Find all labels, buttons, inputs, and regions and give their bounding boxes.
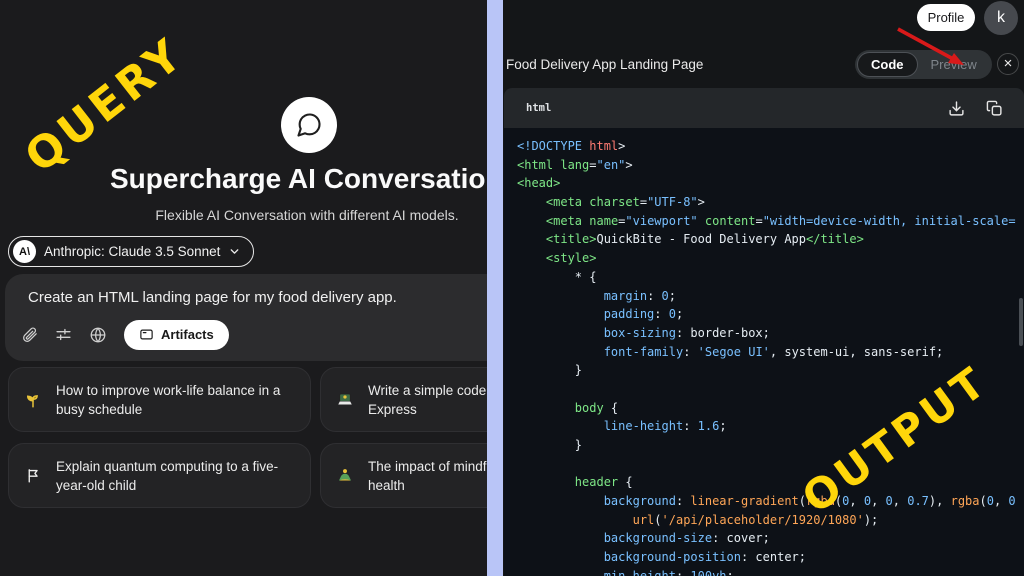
chat-app-panel: QUERY Supercharge AI Conversations Flexi…: [0, 0, 487, 576]
code-language-label: html: [526, 102, 551, 114]
suggestion-card-quantum[interactable]: Explain quantum computing to a five- yea…: [8, 443, 311, 508]
copy-icon[interactable]: [984, 98, 1004, 118]
code-content[interactable]: <!DOCTYPE html><html lang="en"><head> <m…: [504, 128, 1024, 576]
suggestion-text: busy schedule: [56, 400, 280, 419]
model-selector[interactable]: A\ Anthropic: Claude 3.5 Sonnet: [8, 236, 254, 267]
prompt-input-card[interactable]: Create an HTML landing page for my food …: [5, 274, 487, 361]
chevron-down-icon: [228, 245, 241, 258]
page-title: Supercharge AI Conversations: [110, 163, 487, 195]
seedling-icon: [23, 390, 43, 410]
artifacts-button[interactable]: Artifacts: [124, 320, 229, 350]
suggestion-text: How to improve work-life balance in a: [56, 381, 280, 400]
suggestion-text: Write a simple code in: [368, 381, 487, 400]
settings-sliders-icon[interactable]: [54, 325, 73, 344]
artifact-panel: Profile k Food Delivery App Landing Page…: [503, 0, 1024, 576]
page-subtitle: Flexible AI Conversation with different …: [0, 207, 487, 223]
meditation-icon: [335, 466, 355, 486]
tab-code[interactable]: Code: [857, 52, 918, 77]
artifact-title: Food Delivery App Landing Page: [506, 57, 703, 72]
profile-button[interactable]: Profile: [917, 4, 975, 31]
suggestion-card-express-code[interactable]: Write a simple code in Express: [320, 367, 487, 432]
suggestion-text: Explain quantum computing to a five-: [56, 457, 278, 476]
attach-file-icon[interactable]: [20, 325, 39, 344]
chat-bubble-icon: [281, 97, 337, 153]
suggestion-text: Express: [368, 400, 487, 419]
code-block-header: html: [504, 88, 1024, 128]
web-globe-icon[interactable]: [88, 325, 107, 344]
input-toolbar: Artifacts: [20, 319, 229, 350]
tab-preview[interactable]: Preview: [918, 57, 990, 72]
user-avatar[interactable]: k: [984, 1, 1018, 35]
suggestion-text: health: [368, 476, 487, 495]
suggestion-text: The impact of mindfu: [368, 457, 487, 476]
prompt-input-value[interactable]: Create an HTML landing page for my food …: [28, 289, 397, 306]
anthropic-logo-icon: A\: [13, 240, 36, 263]
artifacts-button-label: Artifacts: [161, 327, 214, 342]
scrollbar-thumb[interactable]: [1019, 298, 1023, 346]
laptop-icon: [335, 390, 355, 410]
suggestion-card-mindfulness[interactable]: The impact of mindfu health: [320, 443, 487, 508]
code-block: html <!DOCTYPE html><html lang="en"><hea…: [504, 88, 1024, 576]
close-icon[interactable]: ×: [997, 53, 1019, 75]
window-icon: [139, 327, 154, 342]
model-selector-label: Anthropic: Claude 3.5 Sonnet: [44, 244, 220, 259]
download-icon[interactable]: [946, 98, 966, 118]
chart-flag-icon: [23, 466, 43, 486]
suggestion-text: year-old child: [56, 476, 278, 495]
code-preview-toggle: Code Preview: [855, 50, 992, 79]
suggestion-card-work-life[interactable]: How to improve work-life balance in a bu…: [8, 367, 311, 432]
